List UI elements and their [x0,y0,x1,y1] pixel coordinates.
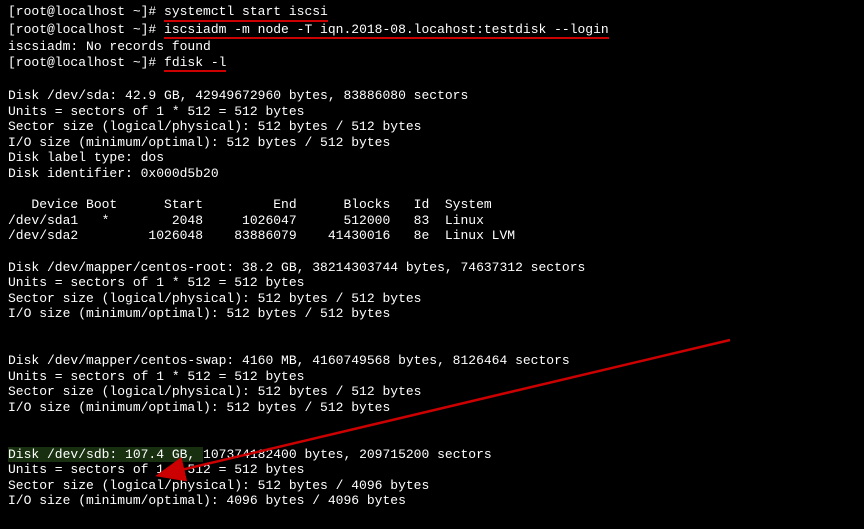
blank-line [8,182,856,198]
blank-line [8,431,856,447]
disk-sda-header: Disk /dev/sda: 42.9 GB, 42949672960 byte… [8,88,856,104]
partition-header: Device Boot Start End Blocks Id System [8,197,856,213]
command-fdisk: fdisk -l [164,55,226,73]
shell-prompt: [root@localhost ~]# [8,4,164,19]
command-iscsiadm: iscsiadm -m node -T iqn.2018-08.locahost… [164,22,609,40]
blank-line [8,415,856,431]
disk-sdb-sector: Sector size (logical/physical): 512 byte… [8,478,856,494]
disk-sda-identifier: Disk identifier: 0x000d5b20 [8,166,856,182]
disk-sdb-io: I/O size (minimum/optimal): 4096 bytes /… [8,493,856,509]
blank-line [8,72,856,88]
disk-sdb-highlight: Disk /dev/sdb: 107.4 GB, [8,447,203,463]
mapper-root-header: Disk /dev/mapper/centos-root: 38.2 GB, 3… [8,260,856,276]
command-systemctl: systemctl start iscsi [164,4,328,22]
prompt-line-2: [root@localhost ~]# iscsiadm -m node -T … [8,22,856,40]
disk-sda-io: I/O size (minimum/optimal): 512 bytes / … [8,135,856,151]
shell-prompt: [root@localhost ~]# [8,22,164,37]
disk-sdb-units: Units = sectors of 1 * 512 = 512 bytes [8,462,856,478]
disk-sdb-header: Disk /dev/sdb: 107.4 GB, 107374182400 by… [8,447,856,463]
mapper-swap-units: Units = sectors of 1 * 512 = 512 bytes [8,369,856,385]
mapper-root-io: I/O size (minimum/optimal): 512 bytes / … [8,306,856,322]
iscsiadm-error: iscsiadm: No records found [8,39,856,55]
blank-line [8,322,856,338]
mapper-swap-io: I/O size (minimum/optimal): 512 bytes / … [8,400,856,416]
shell-prompt: [root@localhost ~]# [8,55,164,70]
disk-sda-sector: Sector size (logical/physical): 512 byte… [8,119,856,135]
mapper-swap-header: Disk /dev/mapper/centos-swap: 4160 MB, 4… [8,353,856,369]
partition-row-1: /dev/sda1 * 2048 1026047 512000 83 Linux [8,213,856,229]
prompt-line-3: [root@localhost ~]# fdisk -l [8,55,856,73]
partition-row-2: /dev/sda2 1026048 83886079 41430016 8e L… [8,228,856,244]
disk-sda-units: Units = sectors of 1 * 512 = 512 bytes [8,104,856,120]
blank-line [8,337,856,353]
mapper-swap-sector: Sector size (logical/physical): 512 byte… [8,384,856,400]
prompt-line-1: [root@localhost ~]# systemctl start iscs… [8,4,856,22]
mapper-root-sector: Sector size (logical/physical): 512 byte… [8,291,856,307]
mapper-root-units: Units = sectors of 1 * 512 = 512 bytes [8,275,856,291]
disk-sda-label: Disk label type: dos [8,150,856,166]
blank-line [8,244,856,260]
